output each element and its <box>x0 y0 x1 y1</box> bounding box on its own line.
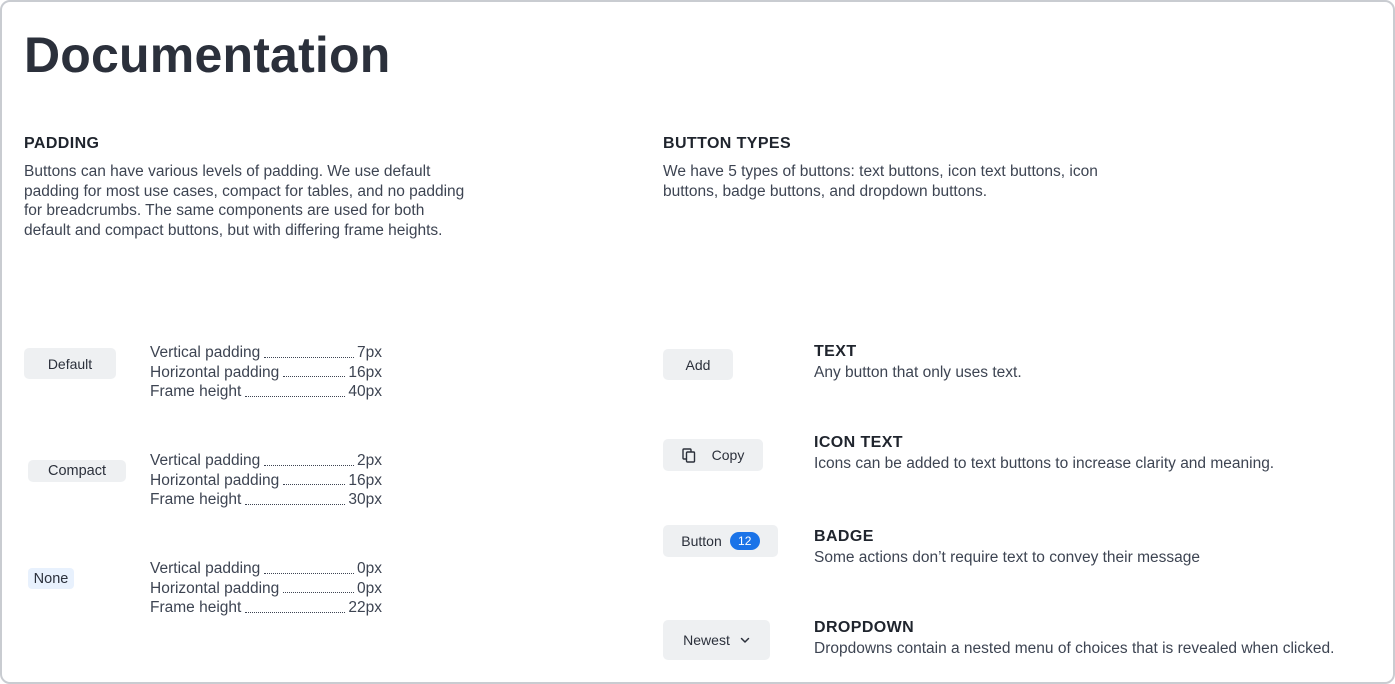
spec-label: Horizontal padding <box>150 579 280 597</box>
spec-row: Frame height 30px <box>150 490 382 510</box>
padding-description-line: default and compact buttons, but with di… <box>24 221 443 239</box>
padding-description-line: padding for most use cases, compact for … <box>24 182 465 200</box>
dot-leader <box>264 464 354 466</box>
spec-label: Vertical padding <box>150 560 261 577</box>
dropdown-type-description: Dropdowns contain a nested menu of choic… <box>814 640 1335 657</box>
icon-text-type-title: ICON TEXT <box>814 434 903 451</box>
spec-row: Vertical padding 7px <box>150 343 382 363</box>
dot-leader <box>245 395 346 397</box>
dot-leader <box>283 376 346 377</box>
none-padding-button[interactable]: None <box>28 568 74 589</box>
spec-value: 2px <box>357 452 382 469</box>
compact-padding-button[interactable]: Compact <box>28 460 126 482</box>
spec-row: Horizontal padding 0px <box>150 579 382 599</box>
padding-heading: PADDING <box>24 135 100 152</box>
dot-leader <box>264 356 354 358</box>
spec-row: Vertical padding 2px <box>150 451 382 471</box>
spec-value: 40px <box>348 383 382 400</box>
dropdown-button-label: Newest <box>683 632 730 648</box>
spec-row: Vertical padding 0px <box>150 559 382 579</box>
spec-label: Vertical padding <box>150 452 261 469</box>
page-title: Documentation <box>24 27 391 83</box>
padding-description-line: Buttons can have various levels of paddi… <box>24 163 431 180</box>
icon-text-type-description: Icons can be added to text buttons to in… <box>814 455 1275 472</box>
newest-dropdown-button[interactable]: Newest <box>663 620 770 660</box>
dot-leader <box>283 484 346 485</box>
padding-description: Buttons can have various levels of paddi… <box>24 162 524 240</box>
spec-label: Horizontal padding <box>150 363 280 381</box>
chevron-down-icon <box>740 637 750 644</box>
badge-type-description: Some actions don’t require text to conve… <box>814 549 1200 566</box>
button-types-description-line: buttons, badge buttons, and dropdown but… <box>663 182 988 200</box>
spec-row: Horizontal padding 16px <box>150 471 382 491</box>
compact-padding-specs: Vertical padding 2px Horizontal padding … <box>150 451 382 510</box>
dropdown-type-title: DROPDOWN <box>814 619 915 636</box>
dot-leader <box>283 592 354 593</box>
spec-label: Frame height <box>150 383 242 400</box>
dot-leader <box>245 611 346 613</box>
copy-icon <box>681 447 696 463</box>
spec-label: Frame height <box>150 491 242 508</box>
spec-row: Frame height 40px <box>150 382 382 402</box>
button-types-description: We have 5 types of buttons: text buttons… <box>663 162 1183 201</box>
add-button[interactable]: Add <box>663 349 733 380</box>
default-padding-button[interactable]: Default <box>24 348 116 379</box>
spec-value: 30px <box>348 491 382 508</box>
spec-row: Frame height 22px <box>150 598 382 618</box>
spec-value: 22px <box>348 599 382 616</box>
documentation-frame: Documentation PADDING Buttons can have v… <box>0 0 1395 684</box>
spec-row: Horizontal padding 16px <box>150 363 382 383</box>
spec-label: Horizontal padding <box>150 471 280 489</box>
spec-value: 16px <box>348 363 382 381</box>
spec-label: Frame height <box>150 599 242 616</box>
spec-label: Vertical padding <box>150 344 261 361</box>
button-types-description-line: We have 5 types of buttons: text buttons… <box>663 163 1098 180</box>
none-padding-specs: Vertical padding 0px Horizontal padding … <box>150 559 382 618</box>
spec-value: 0px <box>357 560 382 577</box>
default-padding-specs: Vertical padding 7px Horizontal padding … <box>150 343 382 402</box>
copy-button[interactable]: Copy <box>663 439 763 471</box>
spec-value: 0px <box>357 579 382 597</box>
badge-type-title: BADGE <box>814 528 874 545</box>
text-type-title: TEXT <box>814 343 857 360</box>
dot-leader <box>245 503 346 505</box>
copy-button-label: Copy <box>711 447 745 463</box>
button-types-heading: BUTTON TYPES <box>663 135 792 152</box>
badge-button[interactable]: Button 12 <box>663 525 778 557</box>
badge-button-label: Button <box>681 533 722 549</box>
dot-leader <box>264 572 354 574</box>
spec-value: 7px <box>357 344 382 361</box>
count-badge: 12 <box>729 532 760 550</box>
padding-description-line: for breadcrumbs. The same components are… <box>24 202 425 219</box>
spec-value: 16px <box>348 471 382 489</box>
text-type-description: Any button that only uses text. <box>814 364 1022 381</box>
